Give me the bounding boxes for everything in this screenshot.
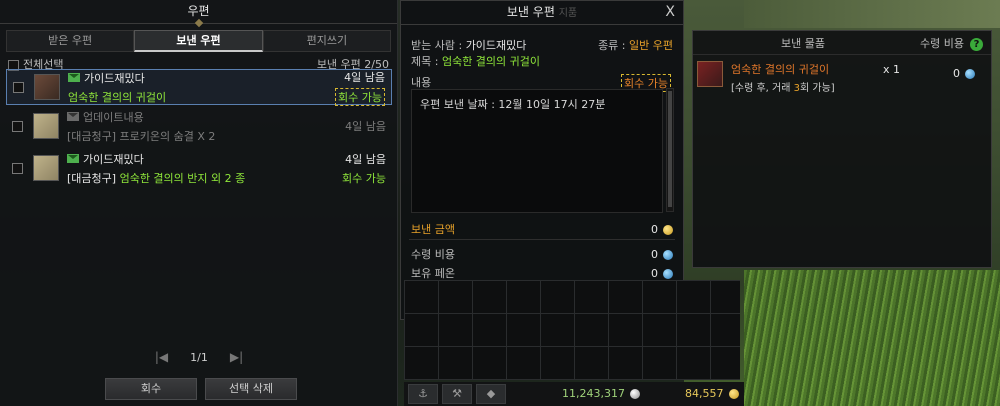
mail-collect-status: 회수 가능 <box>335 87 385 106</box>
mail-row[interactable]: 가이드재밌다 엄숙한 결의의 귀걸이 4일 남음 회수 가능 <box>6 69 392 106</box>
gold-amount-value: 84,557 <box>685 387 724 400</box>
sent-items-panel: 보낸 물품 수령 비용? 엄숙한 결의의 귀걸이 [수령 후, 거래 3회 가능… <box>692 30 992 268</box>
mail-sender: 가이드재밌다 <box>84 71 145 85</box>
send-amount-row: 보낸 금액 0 <box>411 221 673 237</box>
first-page-icon[interactable]: |◀ <box>155 350 168 364</box>
mail-subject-prefix: [대금청구] <box>67 171 117 185</box>
receive-fee-column: 수령 비용 <box>920 36 964 50</box>
mail-tabs: 받은 우편 보낸 우편 편지쓰기 <box>6 30 391 52</box>
silver-coin-icon <box>629 389 640 399</box>
delete-selected-button[interactable]: 선택 삭제 <box>205 378 297 400</box>
item-trade-info: [수령 후, 거래 3회 가능] <box>731 79 835 94</box>
sent-item-row[interactable]: 엄숙한 결의의 귀걸이 [수령 후, 거래 3회 가능] x 1 0 <box>697 61 987 94</box>
tab-sent[interactable]: 보낸 우편 <box>134 30 263 52</box>
owned-coin-label: 보유 페온 <box>411 267 455 280</box>
inventory-grid[interactable] <box>404 280 740 380</box>
subject-label: 제목 : <box>411 55 439 68</box>
mail-collect-status: 회수 가능 <box>342 171 386 185</box>
content-text: 우편 보낸 날짜 : 12월 10일 17시 27분 <box>420 98 606 111</box>
sent-items-header: 보낸 물품 수령 비용? <box>693 31 991 55</box>
subject-value: 엄숙한 결의의 귀걸이 <box>441 55 541 68</box>
sent-items-column: 보낸 물품 <box>781 36 825 50</box>
mail-days-left: 4일 남음 <box>345 152 386 166</box>
background-grass <box>744 270 1000 406</box>
content-scrollbar[interactable] <box>666 88 674 212</box>
chest-icon <box>34 74 60 100</box>
owned-coin-row: 보유 페온 0 <box>411 265 673 281</box>
earring-item-icon <box>697 61 723 87</box>
send-amount-label: 보낸 금액 <box>411 223 455 236</box>
mail-subject: 엄숙한 결의의 반지 외 2 종 <box>119 171 246 185</box>
pager: |◀ 1/1 ▶| <box>0 350 398 364</box>
tab-received[interactable]: 받은 우편 <box>6 30 135 52</box>
item-name: 엄숙한 결의의 귀걸이 <box>731 63 830 76</box>
detail-title: 보낸 우편 지품 X <box>401 1 683 25</box>
blue-coin-icon <box>663 268 673 279</box>
close-icon[interactable]: X <box>665 1 675 23</box>
content-label: 내용 <box>411 75 432 89</box>
last-page-icon[interactable]: ▶| <box>230 350 243 364</box>
receive-fee-value: 0 <box>651 247 658 261</box>
collect-button[interactable]: 회수 <box>105 378 197 400</box>
mail-days-left: 4일 남음 <box>345 120 386 133</box>
mail-days-left: 4일 남음 <box>344 70 385 84</box>
mail-panel-title: 우편 <box>0 0 397 24</box>
subject-row: 제목 : 엄숙한 결의의 귀걸이 <box>411 53 673 69</box>
detail-title-faded: 지품 <box>558 8 578 19</box>
recipient-value: 가이드재밌다 <box>465 39 527 52</box>
mail-checkbox[interactable] <box>12 120 23 132</box>
mail-row[interactable]: 가이드재밌다 [대금청구] 엄숙한 결의의 반지 외 2 종 4일 남음 회수 … <box>6 150 392 186</box>
help-icon[interactable]: ? <box>970 37 983 51</box>
gem-icon[interactable]: ◆ <box>476 384 506 404</box>
tab-write[interactable]: 편지쓰기 <box>262 30 391 52</box>
sent-mail-detail-panel: 보낸 우편 지품 X 받는 사람 : 가이드재밌다 종류 : 일반 우편 제목 … <box>400 0 684 320</box>
mail-subject: [대금청구] 프로키온의 숨결 X 2 <box>67 129 216 143</box>
background-scenery-top <box>744 0 1000 28</box>
mail-checkbox[interactable] <box>13 81 24 93</box>
anchor-icon[interactable]: ⚓ <box>408 384 438 404</box>
mail-sender: 업데이트내용 <box>83 110 144 124</box>
detail-title-text: 보낸 우편 <box>506 5 555 19</box>
item-fee-value: 0 <box>953 67 960 80</box>
send-amount-value: 0 <box>651 222 658 236</box>
item-quantity: x 1 <box>883 63 901 76</box>
envelope-icon <box>67 154 79 163</box>
mail-checkbox[interactable] <box>12 162 23 174</box>
envelope-icon <box>67 112 79 121</box>
gold-coin-icon <box>663 224 673 235</box>
mail-sender: 가이드재밌다 <box>83 152 144 166</box>
mail-subject: 엄숙한 결의의 귀걸이 <box>68 90 167 104</box>
blue-coin-icon <box>965 69 975 79</box>
receive-fee-row: 수령 비용 0 <box>411 246 673 262</box>
mail-row[interactable]: 업데이트내용 [대금청구] 프로키온의 숨결 X 2 4일 남음 <box>6 108 392 144</box>
document-icon <box>33 155 59 181</box>
mail-panel: 우편 받은 우편 보낸 우편 편지쓰기 전체선택 보낸 우편 2/50 가이드재… <box>0 0 398 406</box>
recipient-row: 받는 사람 : 가이드재밌다 종류 : 일반 우편 <box>411 37 673 53</box>
silver-amount-value: 11,243,317 <box>562 387 625 400</box>
document-icon <box>33 113 59 139</box>
page-indicator: 1/1 <box>190 350 208 364</box>
receive-fee-label: 수령 비용 <box>411 248 455 261</box>
type-label: 종류 : <box>598 39 626 52</box>
gold-amount: 84,557 <box>685 387 739 400</box>
recipient-label: 받는 사람 : <box>411 39 463 52</box>
hammer-icon[interactable]: ⚒ <box>442 384 472 404</box>
gold-coin-icon <box>728 389 739 399</box>
type-value: 일반 우편 <box>629 39 673 52</box>
item-trade-info-post: 회 가능] <box>800 83 835 94</box>
silver-amount: 11,243,317 <box>562 387 640 400</box>
item-fee: 0 <box>953 67 975 80</box>
envelope-icon <box>68 73 80 82</box>
blue-coin-icon <box>663 249 673 260</box>
divider <box>409 239 675 240</box>
owned-coin-value: 0 <box>651 266 658 280</box>
content-box: 우편 보낸 날짜 : 12월 10일 17시 27분 <box>411 89 663 213</box>
item-trade-info-pre: [수령 후, 거래 <box>731 83 794 94</box>
